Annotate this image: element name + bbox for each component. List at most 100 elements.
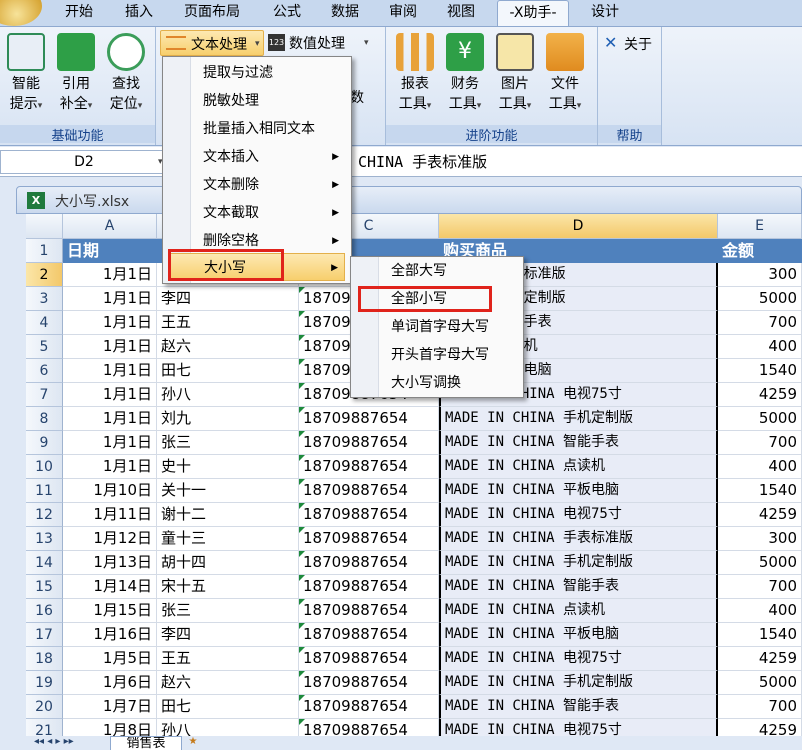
row-header[interactable]: 2 [26,263,63,287]
cell-date[interactable]: 1月1日 [63,311,157,335]
cell-product[interactable]: MADE IN CHINA 智能手表 [439,695,718,719]
tab-home[interactable]: 开始 [52,0,106,26]
cell-name[interactable]: 李四 [157,287,299,311]
sheet-tab[interactable]: 销售表 [110,736,182,750]
cell-product[interactable]: MADE IN CHINA 电视75寸 [439,647,718,671]
cell-amount[interactable]: 1540 [718,359,802,383]
about-button[interactable]: ✕ 关于 [604,33,660,55]
cell-date[interactable]: 1月1日 [63,383,157,407]
cell-name[interactable]: 李四 [157,623,299,647]
text-processing-dropdown[interactable]: 文本处理 ▾ [160,30,264,56]
tab-insert[interactable]: 插入 [112,0,166,26]
tab-design[interactable]: 设计 [580,0,630,26]
select-all-corner[interactable] [26,214,63,239]
ref-complete-button[interactable]: 引用 补全▾ [54,33,98,116]
cell-name[interactable]: 田七 [157,695,299,719]
cell-name[interactable]: 谢十二 [157,503,299,527]
cell-product[interactable]: MADE IN CHINA 智能手表 [439,575,718,599]
row-header[interactable]: 7 [26,383,63,407]
cell-phone[interactable]: 18709887654 [299,671,439,695]
cell-name[interactable]: 刘九 [157,407,299,431]
cell-date[interactable]: 1月1日 [63,287,157,311]
row-header[interactable]: 12 [26,503,63,527]
cell-amount[interactable]: 1540 [718,479,802,503]
cell-date[interactable]: 1月1日 [63,431,157,455]
cell-date[interactable]: 1月1日 [63,407,157,431]
new-sheet-icon[interactable]: ★ [184,736,202,750]
file-tools-button[interactable]: 文件 工具▾ [542,33,588,116]
tab-page-layout[interactable]: 页面布局 [174,0,250,26]
smart-hint-button[interactable]: 智能 提示▾ [4,33,48,116]
row-header[interactable]: 19 [26,671,63,695]
cell-date[interactable]: 1月1日 [63,335,157,359]
cell-name[interactable]: 宋十五 [157,575,299,599]
cell-product[interactable]: MADE IN CHINA 智能手表 [439,431,718,455]
find-locate-button[interactable]: 查找 定位▾ [104,33,148,116]
tab-data[interactable]: 数据 [320,0,370,26]
cell-date[interactable]: 1月7日 [63,695,157,719]
cell-date[interactable]: 1月5日 [63,647,157,671]
cell-product[interactable]: MADE IN CHINA 点读机 [439,455,718,479]
row-header[interactable]: 15 [26,575,63,599]
cell-phone[interactable]: 18709887654 [299,695,439,719]
cell-amount[interactable]: 400 [718,455,802,479]
cell-date[interactable]: 1月1日 [63,455,157,479]
cell-name[interactable]: 赵六 [157,671,299,695]
row-header[interactable]: 5 [26,335,63,359]
number-processing-dropdown[interactable]: 123 数值处理 ▾ [268,32,378,54]
cell-amount[interactable]: 300 [718,263,802,287]
cell-date[interactable]: 1月11日 [63,503,157,527]
formula-input[interactable]: CHINA 手表标准版 [358,151,487,172]
cell-name[interactable]: 王五 [157,311,299,335]
cell-name[interactable]: 史十 [157,455,299,479]
menu-item-text-delete[interactable]: 文本删除 ▶ [163,171,351,199]
cell-phone[interactable]: 18709887654 [299,599,439,623]
cell-product[interactable]: MADE IN CHINA 平板电脑 [439,623,718,647]
cell-date[interactable]: 1月1日 [63,359,157,383]
column-header-d[interactable]: D [439,214,718,239]
cell-amount[interactable]: 700 [718,431,802,455]
menu-item-desensitize[interactable]: 脱敏处理 [163,87,351,115]
cell-amount[interactable]: 300 [718,527,802,551]
cell-date[interactable]: 1月13日 [63,551,157,575]
menu-item-first-capitalize[interactable]: 开头首字母大写 [351,341,523,369]
name-box[interactable]: D2 [0,150,168,174]
cell-date[interactable]: 1月1日 [63,263,157,287]
cell-amount[interactable]: 5000 [718,407,802,431]
cell-amount[interactable]: 5000 [718,551,802,575]
row-header[interactable]: 8 [26,407,63,431]
cell-amount[interactable]: 4259 [718,383,802,407]
cell-date[interactable]: 1月15日 [63,599,157,623]
column-header-a[interactable]: A [63,214,157,239]
cell-product[interactable]: MADE IN CHINA 手机定制版 [439,551,718,575]
cell-amount[interactable]: 5000 [718,671,802,695]
cell-phone[interactable]: 18709887654 [299,575,439,599]
row-header[interactable]: 3 [26,287,63,311]
row-header[interactable]: 17 [26,623,63,647]
cell-amount[interactable]: 700 [718,575,802,599]
cell-phone[interactable]: 18709887654 [299,623,439,647]
cell-date[interactable]: 1月16日 [63,623,157,647]
office-button[interactable] [0,0,42,26]
cell-date[interactable]: 1月12日 [63,527,157,551]
row-header[interactable]: 16 [26,599,63,623]
tab-view[interactable]: 视图 [436,0,486,26]
cell-name[interactable]: 关十一 [157,479,299,503]
column-header-e[interactable]: E [718,214,802,239]
menu-item-extract-filter[interactable]: 提取与过滤 [163,59,351,87]
cell-amount[interactable]: 700 [718,695,802,719]
row-header[interactable]: 10 [26,455,63,479]
cell-name[interactable]: 童十三 [157,527,299,551]
cell-product[interactable]: MADE IN CHINA 电视75寸 [439,503,718,527]
cell-phone[interactable]: 18709887654 [299,551,439,575]
tab-review[interactable]: 审阅 [378,0,428,26]
row-header[interactable]: 14 [26,551,63,575]
cell-phone[interactable]: 18709887654 [299,455,439,479]
menu-item-text-extract[interactable]: 文本截取 ▶ [163,199,351,227]
cell-product[interactable]: MADE IN CHINA 点读机 [439,599,718,623]
cell-product[interactable]: MADE IN CHINA 平板电脑 [439,479,718,503]
cell-phone[interactable]: 18709887654 [299,503,439,527]
finance-tools-button[interactable]: ¥ 财务 工具▾ [442,33,488,116]
cell-name[interactable]: 张三 [157,431,299,455]
menu-item-batch-insert[interactable]: 批量插入相同文本 [163,115,351,143]
